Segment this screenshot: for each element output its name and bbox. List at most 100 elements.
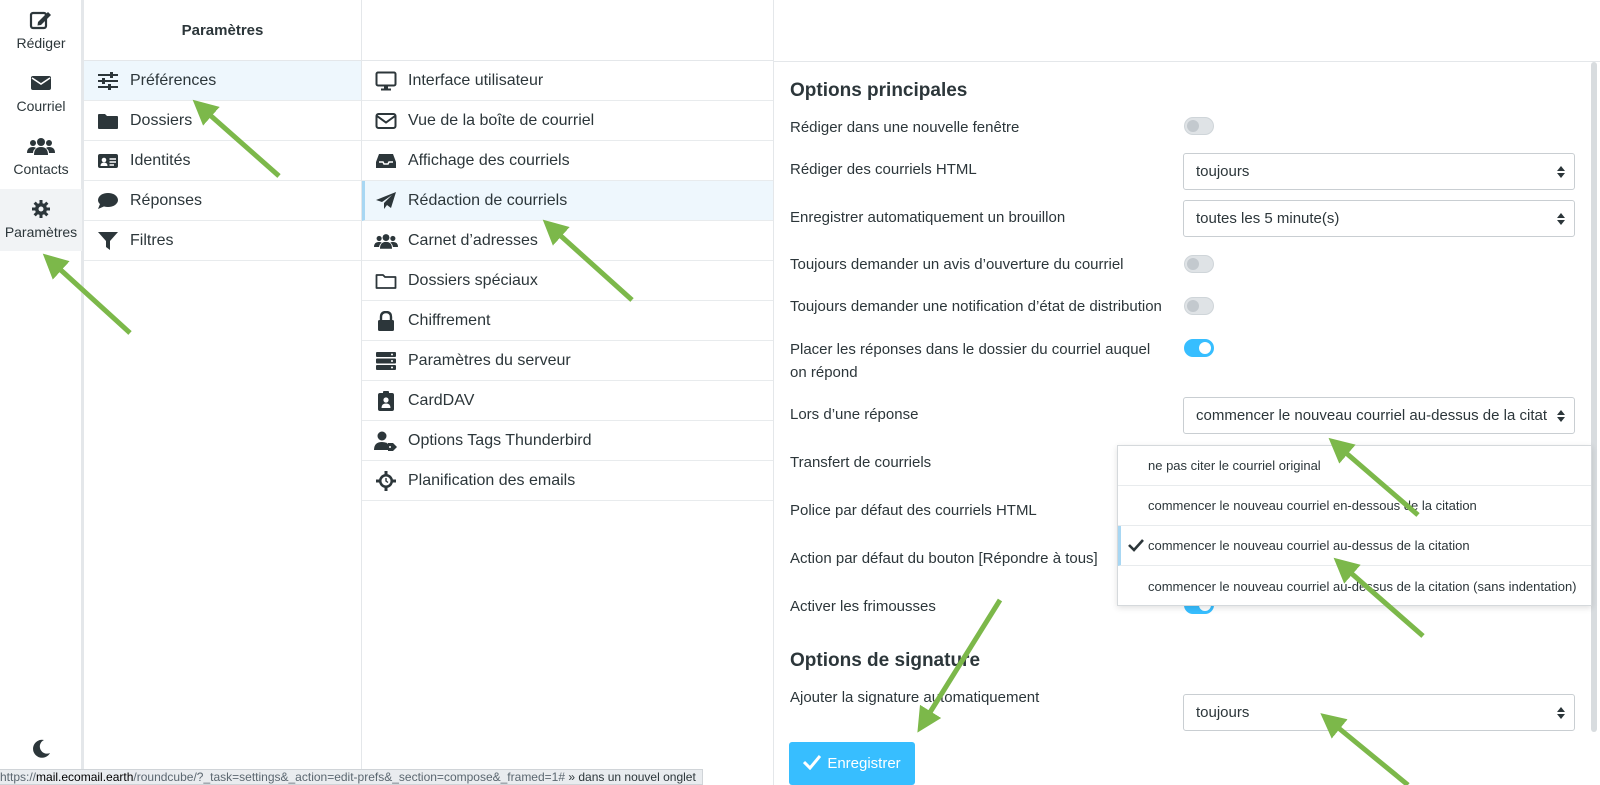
row-label-reply-mode: Lors d’une réponse: [790, 406, 919, 423]
status-suffix: » dans un nouvel onglet: [565, 770, 696, 784]
contact-badge-icon: [374, 390, 398, 411]
section-item-special-folders[interactable]: Dossiers spéciaux: [362, 261, 773, 301]
auto-signature-select[interactable]: toujours: [1183, 694, 1575, 731]
select-value: toutes les 5 minute(s): [1196, 210, 1340, 227]
content-pane: Options principales Rédiger dans une nou…: [774, 0, 1600, 785]
sections-header: [362, 0, 773, 61]
folder-icon: [96, 111, 120, 131]
contacts-label: Contacts: [13, 161, 69, 177]
section-item-addressbook[interactable]: Carnet d’adresses: [362, 221, 773, 261]
section-item-thunderbird-tags[interactable]: Options Tags Thunderbird: [362, 421, 773, 461]
settings-item-label: Réponses: [130, 191, 203, 209]
status-url-host: mail.ecomail.earth: [36, 770, 134, 784]
user-tag-icon: [374, 431, 398, 451]
compose-button[interactable]: Rédiger: [0, 0, 82, 62]
reply-same-folder-toggle[interactable]: [1184, 339, 1214, 357]
monitor-icon: [374, 71, 398, 91]
read-receipt-toggle[interactable]: [1184, 255, 1214, 273]
section-item-email-scheduling[interactable]: Planification des emails: [362, 461, 773, 501]
sort-arrows-icon: [1548, 165, 1574, 179]
dropdown-option[interactable]: ne pas citer le courriel original: [1118, 446, 1591, 486]
dropdown-option-selected[interactable]: commencer le nouveau courriel au-dessus …: [1118, 526, 1591, 566]
checkmark-icon: [803, 754, 822, 774]
server-icon: [374, 351, 398, 371]
row-label-new-window: Rédiger dans une nouvelle fenêtre: [790, 119, 1020, 136]
section-item-label: Chiffrement: [408, 311, 491, 329]
reply-mode-dropdown: ne pas citer le courriel original commen…: [1117, 445, 1592, 606]
id-card-icon: [96, 151, 120, 171]
reply-mode-select[interactable]: commencer le nouveau courriel au-dessus …: [1183, 397, 1575, 434]
row-label-draft-autosave: Enregistrer automatiquement un brouillon: [790, 209, 1066, 226]
section-item-server-settings[interactable]: Paramètres du serveur: [362, 341, 773, 381]
delivery-notification-toggle[interactable]: [1184, 297, 1214, 315]
option-label: commencer le nouveau courriel en-dessous…: [1148, 498, 1477, 513]
compose-label: Rédiger: [16, 35, 66, 51]
settings-header: Paramètres: [84, 0, 361, 61]
sort-arrows-icon: [1548, 409, 1574, 423]
save-label: Enregistrer: [827, 755, 901, 772]
section-item-label: Planification des emails: [408, 471, 576, 489]
settings-item-filters[interactable]: Filtres: [84, 221, 361, 261]
contacts-button[interactable]: Contacts: [0, 126, 82, 188]
section-item-label: Interface utilisateur: [408, 71, 544, 89]
section-item-label: Rédaction de courriels: [408, 191, 568, 209]
envelope-outline-icon: [374, 111, 398, 131]
compose-icon: [29, 8, 53, 32]
settings-item-identities[interactable]: Identités: [84, 141, 361, 181]
gear-icon: [31, 197, 51, 221]
new-window-toggle[interactable]: [1184, 117, 1214, 135]
section-item-message-display[interactable]: Affichage des courriels: [362, 141, 773, 181]
mail-label: Courriel: [16, 98, 66, 114]
users-icon: [374, 231, 398, 251]
row-label-reply-all-default: Action par défaut du bouton [Répondre à …: [790, 550, 1098, 567]
sort-arrows-icon: [1548, 212, 1574, 226]
settings-item-label: Filtres: [130, 231, 174, 249]
cog-clock-icon: [374, 470, 398, 491]
section-item-label: Carnet d’adresses: [408, 231, 538, 249]
app-window: Rédiger Courriel Contacts Paramètres Par…: [0, 0, 1600, 785]
draft-autosave-select[interactable]: toutes les 5 minute(s): [1183, 200, 1575, 237]
settings-button[interactable]: Paramètres: [0, 189, 82, 251]
section-item-label: CardDAV: [408, 391, 475, 409]
section-item-label: Options Tags Thunderbird: [408, 431, 592, 449]
settings-item-preferences[interactable]: Préférences: [84, 61, 361, 101]
sort-arrows-icon: [1548, 706, 1574, 720]
signature-options-title: Options de signature: [790, 650, 981, 671]
row-label-html-compose: Rédiger des courriels HTML: [790, 161, 977, 178]
status-url-prefix: https://: [0, 770, 37, 784]
dropdown-option[interactable]: commencer le nouveau courriel en-dessous…: [1118, 486, 1591, 526]
row-label-read-receipt: Toujours demander un avis d’ouverture du…: [790, 256, 1124, 273]
select-value: toujours: [1196, 163, 1250, 180]
dropdown-option[interactable]: commencer le nouveau courriel au-dessus …: [1118, 566, 1591, 606]
select-value: toujours: [1196, 704, 1250, 721]
lock-icon: [374, 310, 398, 331]
section-item-carddav[interactable]: CardDAV: [362, 381, 773, 421]
select-value: commencer le nouveau courriel au-dessus …: [1196, 407, 1548, 424]
save-button[interactable]: Enregistrer: [789, 742, 915, 785]
funnel-icon: [96, 231, 120, 251]
settings-item-folders[interactable]: Dossiers: [84, 101, 361, 141]
section-item-composing[interactable]: Rédaction de courriels: [362, 181, 773, 221]
section-item-label: Dossiers spéciaux: [408, 271, 538, 289]
row-label-auto-signature: Ajouter la signature automatiquement: [790, 689, 1040, 706]
html-compose-select[interactable]: toujours: [1183, 153, 1575, 190]
settings-label: Paramètres: [4, 224, 78, 240]
settings-item-responses[interactable]: Réponses: [84, 181, 361, 221]
dark-mode-moon-icon[interactable]: [30, 738, 52, 765]
taskbar: Rédiger Courriel Contacts Paramètres: [0, 0, 84, 785]
sliders-icon: [96, 71, 120, 91]
option-label: ne pas citer le courriel original: [1148, 458, 1321, 473]
inbox-icon: [374, 151, 398, 171]
section-item-label: Vue de la boîte de courriel: [408, 111, 595, 129]
paper-plane-icon: [374, 191, 398, 211]
section-item-ui[interactable]: Interface utilisateur: [362, 61, 773, 101]
section-item-mailbox-view[interactable]: Vue de la boîte de courriel: [362, 101, 773, 141]
row-label-reply-same-folder: Placer les réponses dans le dossier du c…: [790, 341, 1151, 381]
main-options-title: Options principales: [790, 80, 968, 101]
option-label: commencer le nouveau courriel au-dessus …: [1148, 538, 1470, 553]
settings-item-label: Identités: [130, 151, 191, 169]
preferences-form: Options principales Rédiger dans une nou…: [774, 61, 1600, 785]
content-scrollbar[interactable]: [1591, 62, 1597, 732]
mail-button[interactable]: Courriel: [0, 63, 82, 125]
section-item-encryption[interactable]: Chiffrement: [362, 301, 773, 341]
